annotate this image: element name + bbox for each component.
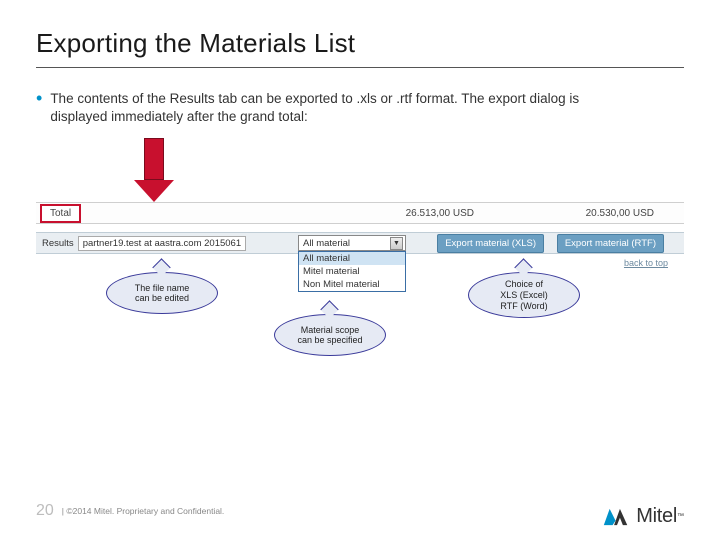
screenshot-mock: Total 26.513,00 USD 20.530,00 USD Result… [36,154,684,344]
dropdown-option[interactable]: All material [299,252,405,265]
callout-text: Material scope can be specified [297,325,362,347]
slide: Exporting the Materials List • The conte… [0,0,720,540]
dropdown-selected[interactable]: All material ▼ [298,235,406,251]
total-label: Total [40,204,81,223]
dropdown-option[interactable]: Mitel material [299,265,405,278]
results-label: Results [42,238,74,249]
bullet-item: • The contents of the Results tab can be… [36,90,684,126]
export-rtf-button[interactable]: Export material (RTF) [557,234,664,253]
dropdown-option[interactable]: Non Mitel material [299,278,405,291]
callout-filename: The file name can be edited [106,272,218,314]
back-to-top-link[interactable]: back to top [624,258,668,268]
callout-scope: Material scope can be specified [274,314,386,356]
material-scope-dropdown[interactable]: All material ▼ All material Mitel materi… [298,235,406,251]
total-amount-1: 26.513,00 USD [406,208,474,219]
bullet-dot-icon: • [36,89,42,107]
page-number: 20 [36,502,54,520]
dropdown-value: All material [303,238,350,249]
callout-text: Choice of XLS (Excel) RTF (Word) [500,279,548,311]
mitel-logo-icon [602,506,632,528]
totals-row: Total 26.513,00 USD 20.530,00 USD [36,202,684,224]
brand-name: Mitel [636,505,677,528]
export-xls-button[interactable]: Export material (XLS) [437,234,544,253]
filename-input[interactable]: partner19.test at aastra.com 2015061 [78,236,246,251]
trademark-icon: ™ [677,513,684,520]
copyright-text: | ©2014 Mitel. Proprietary and Confident… [62,506,225,516]
highlight-arrow-icon [144,138,174,202]
callout-text: The file name can be edited [135,283,190,305]
callout-format: Choice of XLS (Excel) RTF (Word) [468,272,580,318]
slide-title: Exporting the Materials List [36,28,684,68]
bullet-list: • The contents of the Results tab can be… [36,90,684,126]
chevron-down-icon[interactable]: ▼ [390,237,403,250]
export-row: Results partner19.test at aastra.com 201… [36,232,684,254]
bullet-text: The contents of the Results tab can be e… [50,90,630,126]
dropdown-list: All material Mitel material Non Mitel ma… [298,251,406,292]
total-amount-2: 20.530,00 USD [586,208,654,219]
brand-logo: Mitel ™ [602,505,684,528]
